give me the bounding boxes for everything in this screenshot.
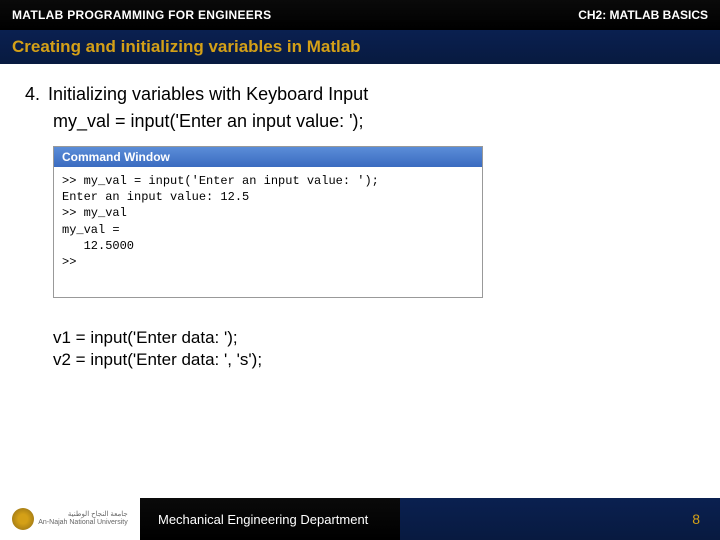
slide-content: 4. Initializing variables with Keyboard … [0,64,720,382]
example-line-1: v1 = input('Enter data: '); [53,328,695,348]
course-title: MATLAB PROGRAMMING FOR ENGINEERS [12,8,271,22]
example-line-2: v2 = input('Enter data: ', 's'); [53,350,695,370]
slide-title: Creating and initializing variables in M… [12,37,361,57]
university-logo-icon [12,508,34,530]
university-logo-area: جامعة النجاح الوطنية An-Najah National U… [0,498,140,540]
additional-examples: v1 = input('Enter data: '); v2 = input('… [53,328,695,370]
console-line: >> [62,254,474,270]
console-line: >> my_val = input('Enter an input value:… [62,173,474,189]
logo-box: جامعة النجاح الوطنية An-Najah National U… [12,508,127,530]
page-number: 8 [692,511,700,527]
item-number: 4. [25,84,40,105]
department-label: Mechanical Engineering Department [140,498,400,540]
chapter-text: MATLAB BASICS [606,8,708,22]
university-name-english: An-Najah National University [38,519,127,527]
university-name-arabic: جامعة النجاح الوطنية [38,511,127,519]
footer-right: 8 [400,498,720,540]
item-title: Initializing variables with Keyboard Inp… [48,84,368,105]
chapter-prefix: CH2: [578,8,606,22]
slide-footer: جامعة النجاح الوطنية An-Najah National U… [0,498,720,540]
console-line: Enter an input value: 12.5 [62,189,474,205]
command-window-body: >> my_val = input('Enter an input value:… [54,167,482,297]
list-item: 4. Initializing variables with Keyboard … [25,84,695,105]
slide-subheader: Creating and initializing variables in M… [0,30,720,64]
matlab-command-window: Command Window >> my_val = input('Enter … [53,146,483,298]
console-line: >> my_val [62,205,474,221]
code-example: my_val = input('Enter an input value: ')… [53,111,695,132]
slide-header: MATLAB PROGRAMMING FOR ENGINEERS CH2: MA… [0,0,720,30]
command-window-titlebar: Command Window [54,147,482,167]
console-line: 12.5000 [62,238,474,254]
console-line: my_val = [62,222,474,238]
chapter-label: CH2: MATLAB BASICS [578,8,708,22]
university-name: جامعة النجاح الوطنية An-Najah National U… [38,511,127,526]
